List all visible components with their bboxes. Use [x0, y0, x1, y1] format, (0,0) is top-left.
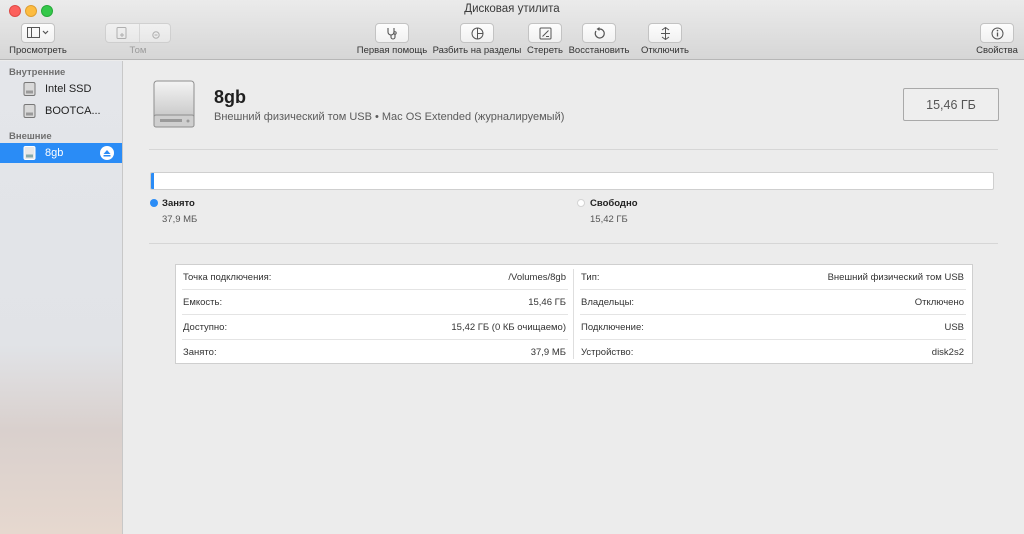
info-row-type: Тип: Внешний физический том USB	[574, 265, 972, 290]
sidebar-view-icon	[27, 27, 49, 39]
info-row-device: Устройство: disk2s2	[574, 340, 972, 365]
close-window-button[interactable]	[9, 5, 21, 17]
volume-button-group[interactable]	[105, 23, 171, 43]
stethoscope-icon	[385, 27, 399, 40]
volume-label: Том	[129, 45, 147, 56]
internal-drive-icon	[23, 82, 36, 96]
erase-label: Стереть	[527, 45, 563, 56]
eject-icon[interactable]	[100, 146, 114, 160]
window-title: Дисковая утилита	[464, 3, 560, 15]
info-key: Доступно:	[183, 322, 228, 333]
sidebar: Внутренние Intel SSD BOOTCA... Внешние 8…	[0, 61, 123, 534]
usage-bar	[150, 172, 994, 190]
erase-icon	[539, 27, 552, 40]
sidebar-item-intel-ssd[interactable]: Intel SSD	[0, 79, 122, 99]
disk-capacity-badge: 15,46 ГБ	[903, 88, 999, 121]
disk-name: 8gb	[214, 87, 247, 107]
sidebar-section-external: Внешние	[9, 131, 52, 142]
hard-drive-icon	[152, 79, 196, 132]
sidebar-item-label: Intel SSD	[45, 83, 92, 95]
restore-arrow-icon	[593, 26, 606, 40]
info-value: 15,42 ГБ (0 КБ очищаемо)	[451, 322, 566, 333]
divider	[149, 149, 998, 150]
erase-button[interactable]	[528, 23, 562, 43]
info-key: Занято:	[183, 347, 217, 358]
info-row-connection: Подключение: USB	[574, 315, 972, 340]
info-value: disk2s2	[931, 347, 964, 358]
internal-drive-icon	[23, 104, 36, 118]
info-button[interactable]	[980, 23, 1014, 43]
sidebar-item-8gb[interactable]: 8gb	[0, 143, 122, 163]
sidebar-item-label: 8gb	[45, 147, 64, 159]
used-legend-title: Занято	[162, 198, 195, 209]
free-legend-title: Свободно	[590, 198, 638, 209]
unmount-icon	[660, 26, 671, 40]
info-row-capacity: Емкость: 15,46 ГБ	[176, 290, 574, 315]
info-value: /Volumes/8gb	[508, 272, 566, 283]
info-row-available: Доступно: 15,42 ГБ (0 КБ очищаемо)	[176, 315, 574, 340]
partition-label: Разбить на разделы	[432, 45, 522, 56]
used-legend-value: 37,9 МБ	[162, 214, 198, 225]
add-volume-icon	[116, 27, 128, 40]
zoom-window-button[interactable]	[41, 5, 53, 17]
minimize-window-button[interactable]	[25, 5, 37, 17]
info-value: Внешний физический том USB	[827, 272, 964, 283]
info-key: Устройство:	[581, 347, 634, 358]
info-table: Точка подключения: /Volumes/8gb Емкость:…	[175, 264, 973, 364]
free-legend-dot	[577, 199, 585, 207]
info-icon	[991, 27, 1004, 40]
info-row-mount-point: Точка подключения: /Volumes/8gb	[176, 265, 574, 290]
free-legend-value: 15,42 ГБ	[590, 214, 628, 225]
info-label: Свойства	[976, 45, 1018, 56]
disk-description: Внешний физический том USB • Mac OS Exte…	[214, 111, 565, 123]
sidebar-item-label: BOOTCA...	[45, 105, 101, 117]
info-value: 15,46 ГБ	[528, 297, 566, 308]
usage-bar-used-fill	[151, 173, 154, 189]
remove-volume-icon	[150, 27, 162, 40]
first-aid-label: Первая помощь	[356, 45, 428, 56]
external-drive-icon	[23, 146, 36, 160]
info-value: USB	[944, 322, 964, 333]
restore-label: Восстановить	[568, 45, 630, 56]
info-key: Владельцы:	[581, 297, 635, 308]
view-button[interactable]	[21, 23, 55, 43]
sidebar-section-internal: Внутренние	[9, 67, 66, 78]
info-column-left: Точка подключения: /Volumes/8gb Емкость:…	[176, 265, 574, 365]
view-label: Просмотреть	[9, 45, 67, 56]
disk-utility-window: Дисковая утилита Просмотреть Том Первая …	[0, 0, 1024, 534]
info-key: Точка подключения:	[183, 272, 272, 283]
partition-button[interactable]	[460, 23, 494, 43]
info-value: Отключено	[914, 297, 964, 308]
unmount-label: Отключить	[640, 45, 690, 56]
info-row-used: Занято: 37,9 МБ	[176, 340, 574, 365]
info-key: Подключение:	[581, 322, 644, 333]
used-legend-dot	[150, 199, 158, 207]
main-pane: 8gb Внешний физический том USB • Mac OS …	[124, 61, 1024, 534]
unmount-button[interactable]	[648, 23, 682, 43]
divider	[149, 243, 998, 244]
restore-button[interactable]	[582, 23, 616, 43]
info-key: Емкость:	[183, 297, 223, 308]
info-row-owners: Владельцы: Отключено	[574, 290, 972, 315]
info-value: 37,9 МБ	[530, 347, 566, 358]
info-key: Тип:	[581, 272, 600, 283]
info-column-right: Тип: Внешний физический том USB Владельц…	[574, 265, 972, 365]
toolbar: Дисковая утилита Просмотреть Том Первая …	[0, 0, 1024, 60]
sidebar-item-bootcamp[interactable]: BOOTCA...	[0, 101, 122, 121]
pie-partition-icon	[471, 27, 484, 40]
first-aid-button[interactable]	[375, 23, 409, 43]
